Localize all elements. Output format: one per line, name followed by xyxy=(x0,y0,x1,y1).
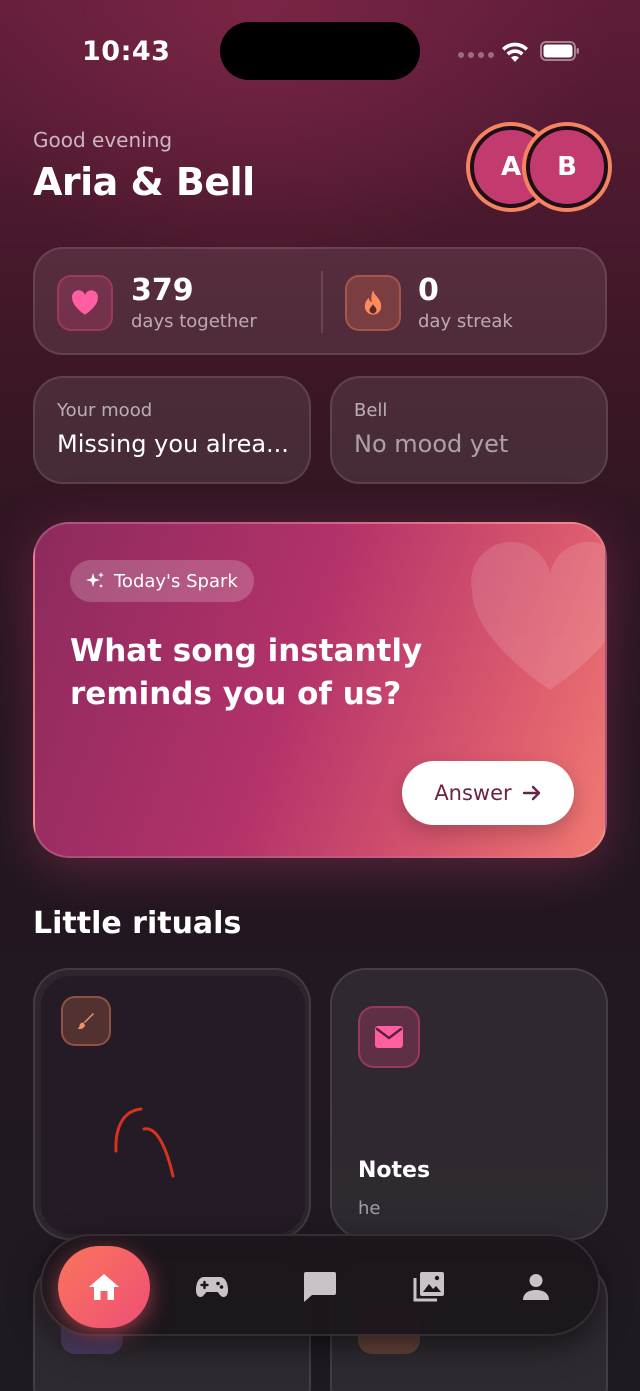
streak-value: 0 xyxy=(418,273,439,308)
drawing-ritual-card[interactable] xyxy=(33,968,311,1240)
page-title: Aria & Bell xyxy=(33,160,255,204)
stats-card: 379 days together 0 day streak xyxy=(33,247,607,355)
greeting-text: Good evening xyxy=(33,128,173,152)
notes-title: Notes xyxy=(358,1158,431,1183)
your-mood-card[interactable]: Your mood Missing you alrea... xyxy=(33,376,311,484)
cellular-signal-icon xyxy=(458,52,494,58)
brush-icon[interactable] xyxy=(61,996,111,1046)
notes-preview: he xyxy=(358,1198,381,1219)
battery-icon xyxy=(540,41,579,61)
bottom-nav xyxy=(40,1234,600,1336)
mail-icon xyxy=(358,1006,420,1068)
spark-badge: Today's Spark xyxy=(70,560,254,602)
partner-mood-card[interactable]: Bell No mood yet xyxy=(330,376,608,484)
arrow-right-icon xyxy=(522,785,540,801)
sparkles-icon xyxy=(86,572,104,588)
days-together-value: 379 xyxy=(131,273,194,308)
nav-games[interactable] xyxy=(166,1246,258,1328)
your-mood-value: Missing you alrea... xyxy=(57,430,289,458)
gallery-icon xyxy=(413,1272,444,1302)
dynamic-island xyxy=(220,22,420,80)
heart-icon xyxy=(57,275,113,331)
answer-button[interactable]: Answer xyxy=(402,761,574,825)
partner-mood-label: Bell xyxy=(354,400,388,421)
status-time: 10:43 xyxy=(82,36,171,67)
home-icon xyxy=(89,1274,119,1300)
status-bar: 10:43 xyxy=(0,0,640,100)
spark-badge-label: Today's Spark xyxy=(114,570,238,592)
partner-mood-value: No mood yet xyxy=(354,430,509,458)
nav-home[interactable] xyxy=(58,1246,150,1328)
spark-question: What song instantly reminds you of us? xyxy=(70,633,423,712)
answer-button-label: Answer xyxy=(434,781,512,805)
todays-spark-card[interactable]: Today's Spark What song instantly remind… xyxy=(33,522,607,858)
avatar-b[interactable]: B xyxy=(526,126,608,208)
stats-divider xyxy=(321,271,323,333)
sketch-drawing xyxy=(114,1107,175,1178)
section-title-rituals: Little rituals xyxy=(33,906,242,941)
drawing-canvas[interactable] xyxy=(41,976,305,1234)
your-mood-label: Your mood xyxy=(57,400,153,421)
notes-ritual-card[interactable]: Notes he xyxy=(330,968,608,1240)
days-together-label: days together xyxy=(131,311,257,332)
wifi-icon xyxy=(502,42,528,62)
streak-label: day streak xyxy=(418,311,513,332)
gamepad-icon xyxy=(196,1277,228,1297)
person-icon xyxy=(523,1274,549,1300)
nav-profile[interactable] xyxy=(490,1246,582,1328)
flame-icon xyxy=(345,275,401,331)
chat-icon xyxy=(304,1272,336,1302)
nav-gallery[interactable] xyxy=(382,1246,474,1328)
nav-chat[interactable] xyxy=(274,1246,366,1328)
